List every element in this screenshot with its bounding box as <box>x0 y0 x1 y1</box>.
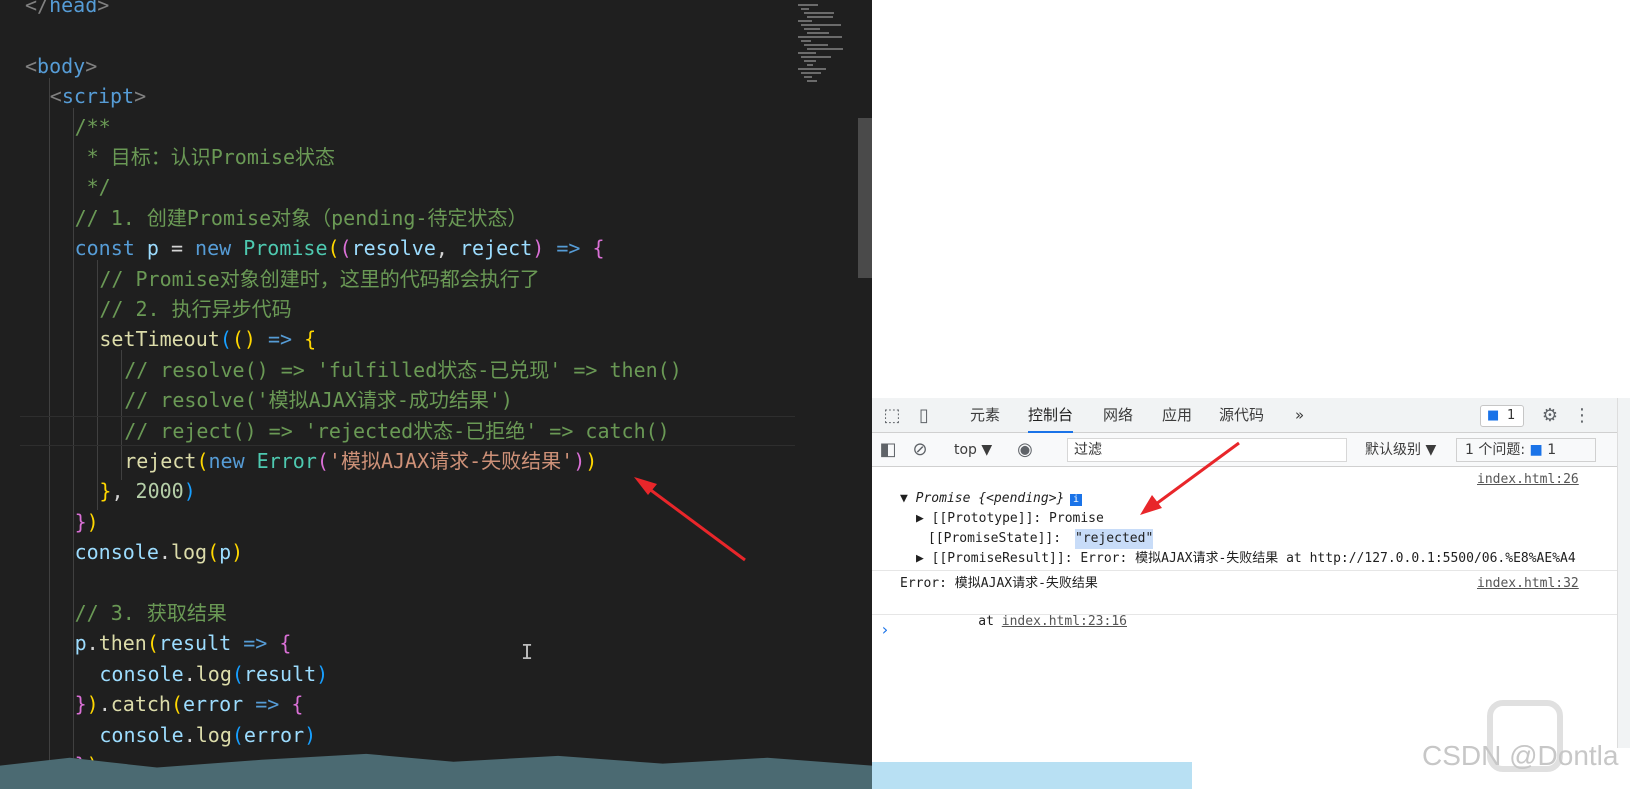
annotation-arrow-console <box>1140 441 1240 515</box>
code-editor[interactable]: </head> <body> <script>/** * 目标：认识Promise状… <box>0 0 872 789</box>
annotation-arrow-editor <box>634 477 746 562</box>
browser-pane: ⬚ ▯ 元素 控制台 网络 应用 源代码 » ■ 1 ⚙ ⋮ ◧ ⊘ top ▼… <box>872 0 1630 789</box>
